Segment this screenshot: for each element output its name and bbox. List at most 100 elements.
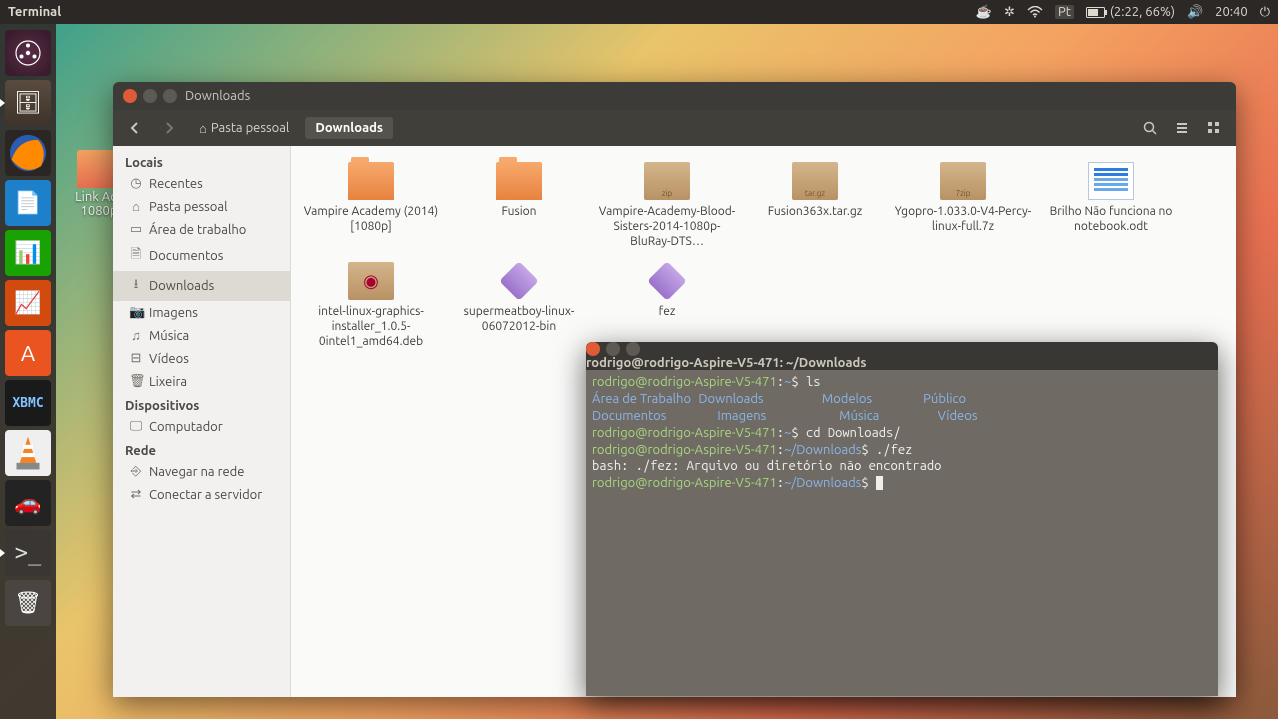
- file-label: fez: [655, 304, 680, 319]
- sidebar-item-label: Conectar a servidor: [149, 488, 262, 502]
- files-window-title: Downloads: [185, 89, 250, 103]
- file-item[interactable]: Brilho Não funciona no notebook.odt: [1037, 160, 1185, 260]
- sidebar-item-icon: 🗎: [129, 245, 143, 267]
- volume-icon[interactable]: 🔊: [1187, 5, 1203, 20]
- sidebar-item-conectar-a-servidor[interactable]: ⇄ Conectar a servidor: [113, 483, 290, 506]
- files-sidebar: Locais ◷ Recentes ⌂ Pasta pessoal ▭ Área de t…: [113, 146, 291, 697]
- window-minimize-button[interactable]: [143, 89, 157, 103]
- file-item[interactable]: Fusion: [445, 160, 593, 260]
- view-list-button[interactable]: [1168, 114, 1196, 142]
- launcher-car[interactable]: 🚗: [5, 480, 51, 526]
- sidebar-item-label: Imagens: [149, 306, 198, 320]
- clock[interactable]: 20:40: [1215, 5, 1248, 19]
- sidebar-item-documentos[interactable]: 🗎 Documentos: [113, 241, 290, 271]
- sidebar-item-label: Downloads: [149, 279, 214, 293]
- sidebar-heading-rede: Rede: [113, 438, 290, 460]
- launcher-files[interactable]: 🗄: [5, 80, 51, 126]
- window-close-button[interactable]: [586, 342, 600, 356]
- sidebar-item-icon: ⎆: [129, 464, 143, 479]
- launcher-impress[interactable]: 📈: [5, 280, 51, 326]
- file-item[interactable]: 7zipYgopro-1.033.0-V4-Percy-linux-full.7…: [889, 160, 1037, 260]
- launcher-terminal[interactable]: >_: [5, 530, 51, 576]
- sidebar-item--rea-de-trabalho[interactable]: ▭ Área de trabalho: [113, 218, 290, 241]
- brightness-icon[interactable]: ✲: [1004, 5, 1015, 20]
- sidebar-item-downloads[interactable]: ⭳ Downloads: [113, 271, 290, 301]
- path-home-button[interactable]: ⌂ Pasta pessoal: [189, 117, 299, 140]
- sidebar-item-icon: ◷: [129, 176, 143, 191]
- terminal-titlebar[interactable]: rodrigo@rodrigo-Aspire-V5-471: ~/Downloa…: [586, 342, 1218, 370]
- launcher-vlc[interactable]: [5, 430, 51, 476]
- sidebar-item-icon: ⊟: [129, 351, 143, 366]
- file-item[interactable]: supermeatboy-linux-06072012-bin: [445, 260, 593, 360]
- sidebar-item-label: Documentos: [149, 249, 223, 263]
- sidebar-item-v-deos[interactable]: ⊟ Vídeos: [113, 347, 290, 370]
- file-item[interactable]: Vampire Academy (2014) [1080p]: [297, 160, 445, 260]
- sidebar-item-imagens[interactable]: 📷 Imagens: [113, 301, 290, 324]
- wifi-icon[interactable]: [1027, 6, 1043, 18]
- terminal-window: rodrigo@rodrigo-Aspire-V5-471: ~/Downloa…: [586, 342, 1218, 696]
- sidebar-item-icon: 🗑: [129, 374, 143, 389]
- active-app-name[interactable]: Terminal: [8, 5, 61, 19]
- sidebar-item-icon: 📷: [129, 305, 143, 320]
- sidebar-item-icon: ⌂: [129, 199, 143, 214]
- sidebar-item-icon: ♫: [129, 328, 143, 343]
- sidebar-item-label: Navegar na rede: [149, 465, 244, 479]
- nav-back-button[interactable]: [121, 114, 149, 142]
- sidebar-item-label: Computador: [149, 420, 223, 434]
- launcher-trash[interactable]: 🗑: [5, 580, 51, 626]
- view-grid-button[interactable]: [1200, 114, 1228, 142]
- launcher-software[interactable]: A: [5, 330, 51, 376]
- unity-launcher: 🗄 📄📊📈AXBMC 🚗>_🗑: [0, 24, 56, 719]
- terminal-output[interactable]: rodrigo@rodrigo-Aspire-V5-471:~$ ls Área…: [586, 370, 1218, 696]
- launcher-dash[interactable]: [5, 30, 51, 76]
- file-label: Vampire-Academy-Blood-Sisters-2014-1080p…: [593, 204, 741, 249]
- search-button[interactable]: [1136, 114, 1164, 142]
- sidebar-item-computador[interactable]: 🖵 Computador: [113, 415, 290, 438]
- window-maximize-button[interactable]: [163, 89, 177, 103]
- sidebar-item-navegar-na-rede[interactable]: ⎆ Navegar na rede: [113, 460, 290, 483]
- file-item[interactable]: tar.gzFusion363x.tar.gz: [741, 160, 889, 260]
- file-label: Brilho Não funciona no notebook.odt: [1037, 204, 1185, 234]
- sidebar-heading-dispositivos: Dispositivos: [113, 393, 290, 415]
- window-close-button[interactable]: [123, 89, 137, 103]
- sidebar-item-pasta-pessoal[interactable]: ⌂ Pasta pessoal: [113, 195, 290, 218]
- files-toolbar: ⌂ Pasta pessoal Downloads: [113, 110, 1236, 146]
- file-label: Fusion363x.tar.gz: [764, 204, 867, 219]
- terminal-window-title: rodrigo@rodrigo-Aspire-V5-471: ~/Downloa…: [586, 356, 1218, 370]
- keyboard-layout[interactable]: Pt: [1055, 5, 1074, 19]
- sidebar-item-label: Lixeira: [149, 375, 187, 389]
- launcher-calc[interactable]: 📊: [5, 230, 51, 276]
- sidebar-item-label: Vídeos: [149, 352, 189, 366]
- battery-indicator[interactable]: (2:22, 66%): [1086, 5, 1175, 19]
- sidebar-item-icon: ⇄: [129, 487, 143, 502]
- sidebar-heading-locais: Locais: [113, 150, 290, 172]
- sidebar-item-icon: ⭳: [129, 275, 143, 297]
- nav-forward-button[interactable]: [155, 114, 183, 142]
- path-current-button[interactable]: Downloads: [305, 117, 393, 139]
- file-item[interactable]: ◉intel-linux-graphics-installer_1.0.5-0i…: [297, 260, 445, 360]
- file-label: supermeatboy-linux-06072012-bin: [445, 304, 593, 334]
- window-minimize-button[interactable]: [606, 342, 620, 356]
- sidebar-item-recentes[interactable]: ◷ Recentes: [113, 172, 290, 195]
- launcher-firefox[interactable]: [5, 130, 51, 176]
- sidebar-item-lixeira[interactable]: 🗑 Lixeira: [113, 370, 290, 393]
- file-label: Ygopro-1.033.0-V4-Percy-linux-full.7z: [889, 204, 1037, 234]
- launcher-xbmc[interactable]: XBMC: [5, 380, 51, 426]
- file-label: intel-linux-graphics-installer_1.0.5-0in…: [297, 304, 445, 349]
- files-titlebar[interactable]: Downloads: [113, 82, 1236, 110]
- file-label: Vampire Academy (2014) [1080p]: [297, 204, 445, 234]
- sidebar-item-label: Recentes: [149, 177, 203, 191]
- sidebar-item-label: Área de trabalho: [149, 223, 246, 237]
- home-icon: ⌂: [199, 121, 207, 136]
- sidebar-item-label: Pasta pessoal: [149, 200, 227, 214]
- window-maximize-button[interactable]: [626, 342, 640, 356]
- sidebar-item-m-sica[interactable]: ♫ Música: [113, 324, 290, 347]
- file-item[interactable]: zipVampire-Academy-Blood-Sisters-2014-10…: [593, 160, 741, 260]
- top-menu-bar: Terminal ☕ ✲ Pt (2:22, 66%) 🔊 20:40 ⏻: [0, 0, 1278, 24]
- sidebar-item-icon: 🖵: [129, 419, 143, 434]
- session-icon[interactable]: ⏻: [1260, 5, 1270, 20]
- sidebar-item-label: Música: [149, 329, 189, 343]
- launcher-writer[interactable]: 📄: [5, 180, 51, 226]
- caffeine-icon[interactable]: ☕: [976, 5, 992, 20]
- sidebar-item-icon: ▭: [129, 222, 143, 237]
